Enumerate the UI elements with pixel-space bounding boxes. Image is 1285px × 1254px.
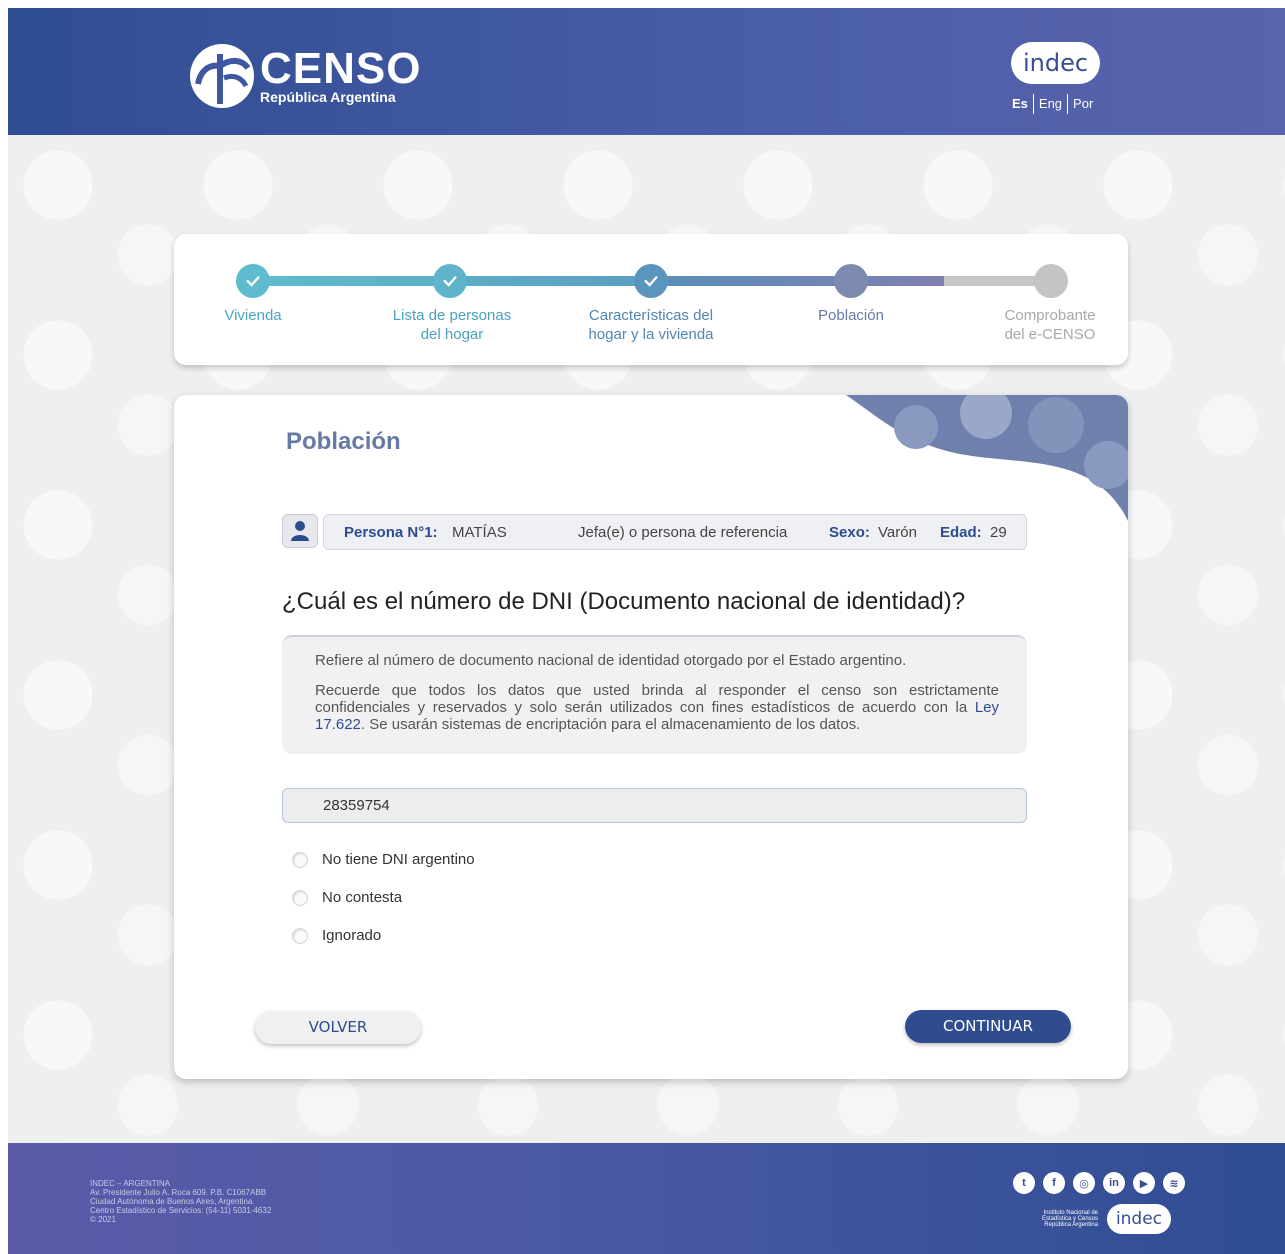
facebook-icon[interactable]: f <box>1043 1172 1065 1194</box>
person-age: 29 <box>990 524 1007 541</box>
person-sex: Varón <box>878 524 917 541</box>
footer-indec-logo[interactable]: indec <box>1107 1204 1171 1234</box>
person-sex-label: Sexo: <box>829 524 870 541</box>
option-ignorado[interactable]: Ignorado <box>292 927 381 944</box>
person-age-label: Edad: <box>940 524 982 541</box>
option-label: No tiene DNI argentino <box>322 851 475 868</box>
radio-no-dni[interactable] <box>292 851 308 868</box>
indec-logo[interactable]: indec <box>1011 42 1100 84</box>
question-card: Población Persona N°1: MATÍAS Jefa(e) o … <box>174 395 1128 1079</box>
instagram-icon[interactable]: ◎ <box>1073 1172 1095 1194</box>
radio-no-contesta[interactable] <box>292 889 308 906</box>
option-no-contesta[interactable]: No contesta <box>292 889 402 906</box>
person-name: MATÍAS <box>452 524 507 541</box>
option-label: Ignorado <box>322 927 382 944</box>
site-footer: INDEC – ARGENTINA Av. Presidente Julio A… <box>8 1143 1285 1254</box>
footer-institute-name: Instituto Nacional de Estadística y Cens… <box>1041 1210 1098 1228</box>
twitter-icon[interactable]: t <box>1013 1172 1035 1194</box>
progress-stepper: Vivienda Lista de personas del hogar Car… <box>174 234 1128 365</box>
youtube-icon[interactable]: ▶ <box>1133 1172 1155 1194</box>
radio-ignorado[interactable] <box>292 927 308 944</box>
decorative-corner <box>846 395 1128 521</box>
check-icon <box>246 276 260 287</box>
step-dot-lista[interactable] <box>433 264 467 298</box>
option-no-dni[interactable]: No tiene DNI argentino <box>292 851 475 868</box>
info-text-2: Recuerde que todos los datos que usted b… <box>315 682 999 733</box>
person-number: Persona N°1: <box>344 524 438 541</box>
step-label-lista: Lista de personas del hogar <box>392 307 512 343</box>
back-button[interactable]: VOLVER <box>255 1011 421 1044</box>
check-icon <box>443 276 457 287</box>
step-label-caracteristicas: Características del hogar y la vivienda <box>588 307 714 343</box>
option-label: No contesta <box>322 889 403 906</box>
step-label-comprobante: Comprobante del e-CENSO <box>1004 307 1096 343</box>
language-selector: Es Eng Por <box>1012 94 1098 114</box>
person-summary: Persona N°1: MATÍAS Jefa(e) o persona de… <box>282 514 1027 550</box>
footer-address: INDEC – ARGENTINA Av. Presidente Julio A… <box>90 1179 272 1224</box>
info-text-1: Refiere al número de documento nacional … <box>315 652 907 669</box>
site-header: CENSO República Argentina indec Es Eng P… <box>8 8 1285 135</box>
question-text: ¿Cuál es el número de DNI (Documento nac… <box>282 588 966 615</box>
step-dot-comprobante <box>1034 264 1068 298</box>
lang-eng[interactable]: Eng <box>1032 94 1067 114</box>
dni-input[interactable]: 28359754 <box>282 788 1027 823</box>
person-role: Jefa(e) o persona de referencia <box>578 524 788 541</box>
step-label-vivienda: Vivienda <box>224 307 282 324</box>
linkedin-icon[interactable]: in <box>1103 1172 1125 1194</box>
section-title: Población <box>286 428 401 455</box>
step-dot-caracteristicas[interactable] <box>634 264 668 298</box>
social-links: t f ◎ in ▶ ≋ <box>1013 1172 1193 1194</box>
spotify-icon[interactable]: ≋ <box>1163 1172 1185 1194</box>
lang-es[interactable]: Es <box>1012 94 1033 114</box>
step-dot-poblacion[interactable] <box>834 264 868 298</box>
step-dot-vivienda[interactable] <box>236 264 270 298</box>
lang-por[interactable]: Por <box>1067 94 1098 114</box>
continue-button[interactable]: CONTINUAR <box>905 1010 1071 1043</box>
info-box: Refiere al número de documento nacional … <box>282 635 1027 754</box>
progress-track-pending <box>944 276 1044 286</box>
progress-track-current <box>654 276 944 286</box>
person-icon <box>282 514 318 548</box>
check-icon <box>644 276 658 287</box>
censo-logo[interactable]: CENSO República Argentina <box>190 44 421 108</box>
censo-logo-icon <box>190 44 254 108</box>
person-info-bar: Persona N°1: MATÍAS Jefa(e) o persona de… <box>323 514 1027 550</box>
logo-title: CENSO <box>260 44 422 93</box>
step-label-poblacion: Población <box>818 307 884 324</box>
